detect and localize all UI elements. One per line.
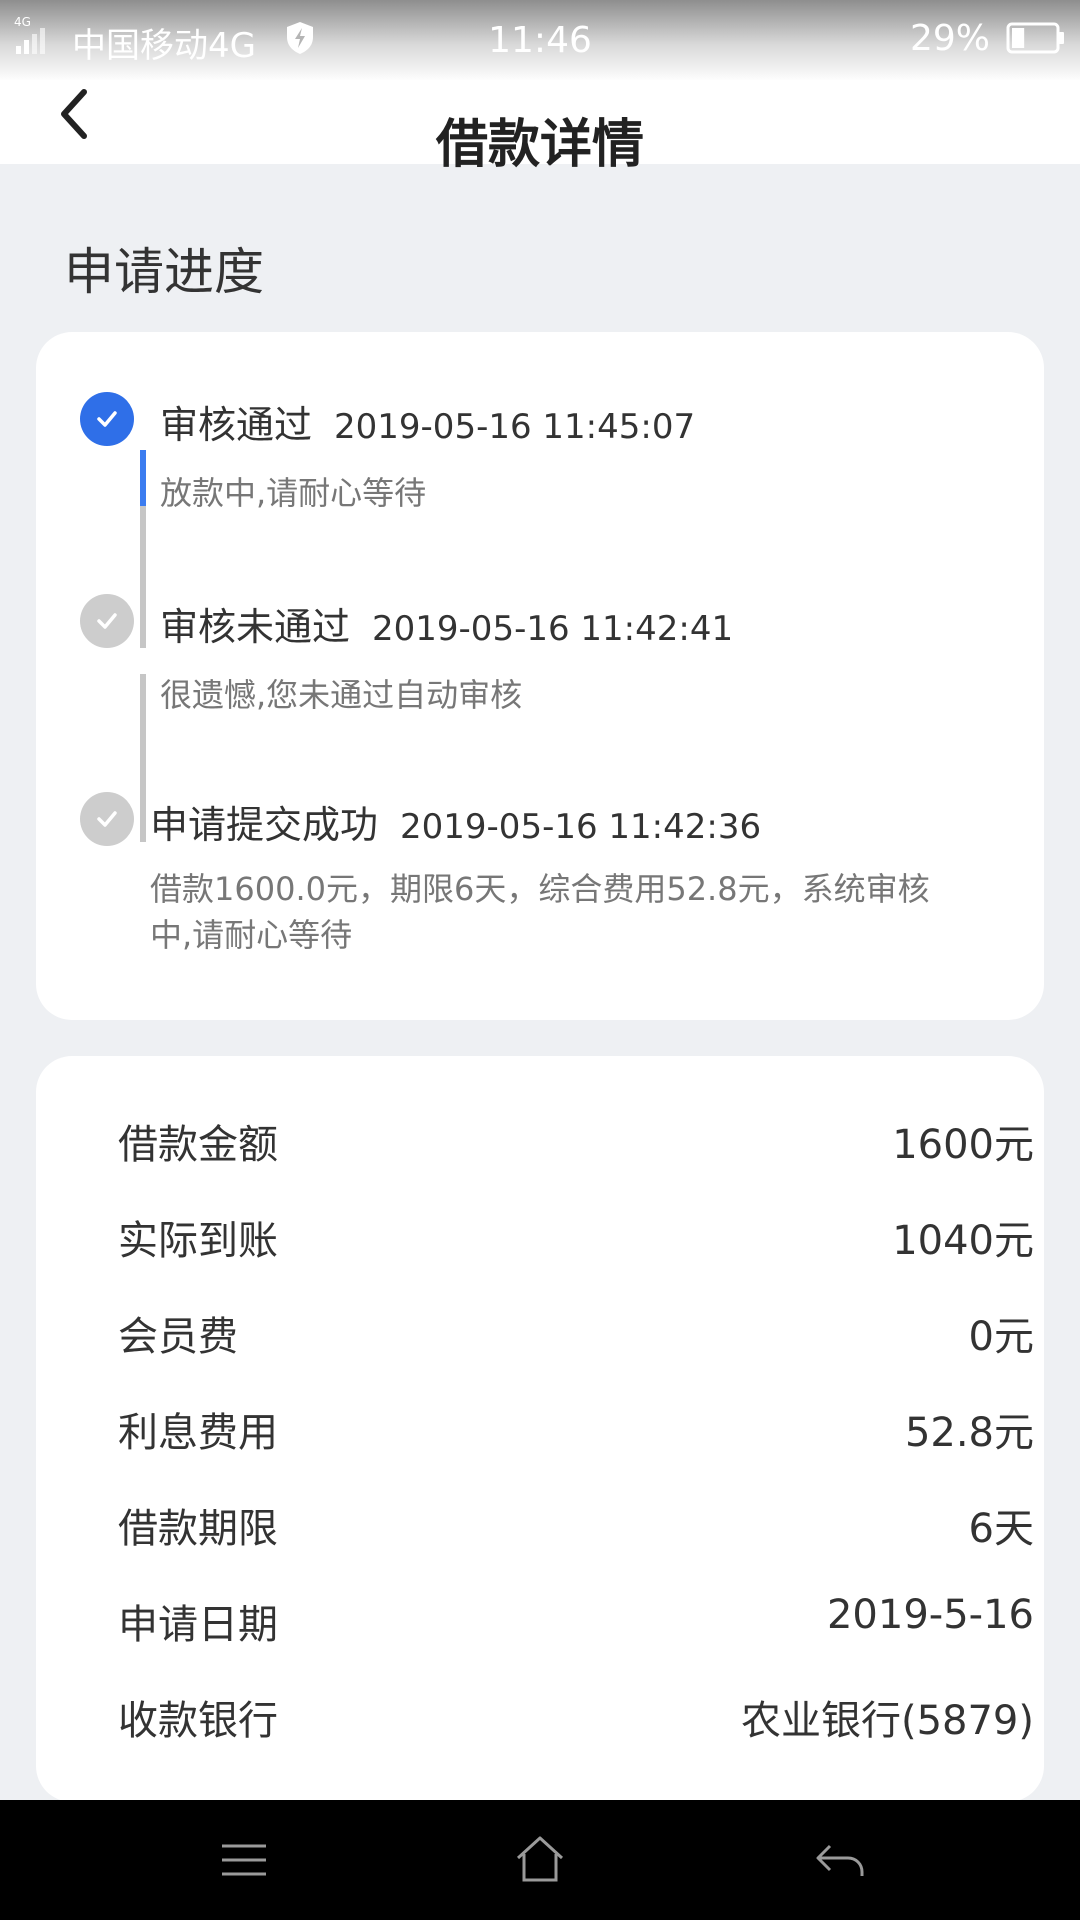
detail-label: 借款金额 [118,1122,278,1168]
details-card: 借款金额 1600元 实际到账 1040元 会员费 0元 利息费用 52.8元 … [36,1056,1044,1802]
detail-value: 52.8元 [904,1410,1034,1456]
detail-value: 1040元 [892,1218,1034,1264]
detail-value: 1600元 [892,1122,1034,1168]
system-nav-bar [0,1800,1080,1920]
detail-row-term: 借款期限 6天 [118,1496,1034,1556]
step-description: 放款中,请耐心等待 [160,474,427,512]
detail-label: 利息费用 [118,1410,278,1456]
detail-row-bank: 收款银行 农业银行(5879) [118,1688,1034,1748]
detail-row-membership-fee: 会员费 0元 [118,1304,1034,1364]
step-status: 申请提交成功 [150,803,379,847]
step-description-line: 中,请耐心等待 [150,916,353,954]
header: 借款详情 [0,40,1080,175]
step-timestamp: 2019-05-16 11:45:07 [334,407,696,447]
detail-label: 收款银行 [118,1698,278,1744]
detail-label: 实际到账 [118,1218,278,1264]
menu-icon[interactable] [216,1834,272,1886]
timeline-line [140,674,146,842]
section-title: 申请进度 [64,243,264,301]
step-status: 审核通过 [160,403,313,447]
detail-value: 2019-5-16 [826,1592,1034,1638]
page-title: 借款详情 [435,115,644,175]
step-title: 审核未通过 2019-05-16 11:42:41 [160,596,733,651]
timeline-line-active [140,450,146,506]
step-description: 很遗憾,您未通过自动审核 [160,676,523,714]
detail-row-received: 实际到账 1040元 [118,1208,1034,1268]
back-arrow-icon[interactable] [812,1834,868,1886]
check-icon [97,811,117,827]
step-timestamp: 2019-05-16 11:42:36 [400,807,762,847]
timeline-line [140,506,146,648]
step-check-icon-active [80,392,134,446]
step-timestamp: 2019-05-16 11:42:41 [372,609,734,649]
step-check-icon [80,792,134,846]
detail-value: 农业银行(5879) [740,1698,1034,1744]
detail-row-loan-amount: 借款金额 1600元 [118,1112,1034,1172]
step-description: 借款1600.0元，期限6天，综合费用52.8元，系统审核 中,请耐心等待 [150,866,930,958]
detail-label: 会员费 [118,1314,238,1360]
progress-card: 审核通过 2019-05-16 11:45:07 放款中,请耐心等待 审核未通过 2… [36,332,1044,1020]
step-status: 审核未通过 [160,605,351,649]
detail-value: 6天 [968,1506,1034,1552]
detail-label: 借款期限 [118,1506,278,1552]
step-title: 申请提交成功 2019-05-16 11:42:36 [150,794,761,849]
check-icon [97,411,117,427]
home-icon[interactable] [512,1834,568,1886]
check-icon [97,613,117,629]
step-description-line: 借款1600.0元，期限6天，综合费用52.8元，系统审核 [150,870,930,908]
step-check-icon [80,594,134,648]
detail-row-interest: 利息费用 52.8元 [118,1400,1034,1460]
detail-value: 0元 [968,1314,1034,1360]
step-title: 审核通过 2019-05-16 11:45:07 [160,394,695,449]
detail-label: 申请日期 [118,1602,278,1648]
detail-row-apply-date: 申请日期 2019-5-16 [118,1592,1034,1652]
